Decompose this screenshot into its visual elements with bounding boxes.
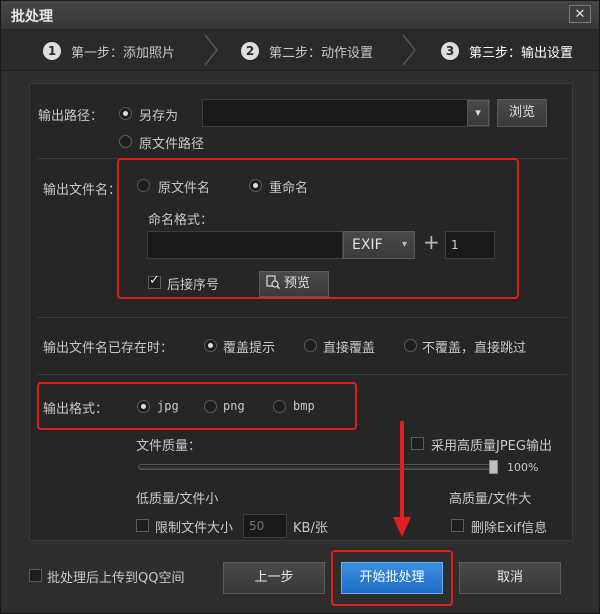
step-3[interactable]: 3 第三步：输出设置	[441, 40, 573, 62]
upload-qzone-label: 批处理后上传到QQ空间	[47, 571, 185, 586]
overwrite-direct-radio[interactable]	[304, 339, 317, 352]
overwrite-prompt-radio[interactable]	[204, 339, 217, 352]
overwrite-prompt-label: 覆盖提示	[223, 341, 276, 356]
original-path-label: 原文件路径	[139, 137, 205, 152]
overwrite-direct-label: 直接覆盖	[323, 341, 376, 356]
step-3-label: 第三步：输出设置	[469, 45, 574, 61]
quality-label: 文件质量：	[136, 439, 202, 454]
hq-jpeg-label: 采用高质量JPEG输出	[431, 439, 552, 454]
skip-radio[interactable]	[404, 339, 417, 352]
step-1-label: 第一步：添加照片	[71, 45, 176, 61]
step-separator-icon	[204, 34, 218, 66]
divider	[37, 317, 567, 318]
save-as-label: 另存为	[139, 109, 179, 124]
step-3-number: 3	[441, 42, 459, 60]
step-1[interactable]: 1 第一步：添加照片	[43, 40, 175, 62]
batch-dialog: 批处理 ✕ 1 第一步：添加照片 2 第二步：动作设置 3 第三步：输出设置 输…	[0, 0, 600, 614]
step-2-number: 2	[241, 42, 259, 60]
window-title: 批处理	[11, 9, 53, 25]
quality-slider-thumb[interactable]	[489, 460, 498, 474]
original-path-radio[interactable]	[119, 135, 132, 148]
highlight-box-format	[37, 382, 357, 430]
file-exists-label: 输出文件名已存在时：	[43, 341, 174, 356]
arrow-down-icon	[393, 421, 411, 537]
close-button[interactable]: ✕	[569, 5, 591, 23]
quality-value: 100%	[507, 461, 539, 474]
limit-size-checkbox[interactable]	[136, 519, 149, 532]
highlight-box-filename	[117, 158, 519, 299]
skip-label: 不覆盖，直接跳过	[422, 341, 527, 356]
low-quality-label: 低质量/文件小	[136, 492, 219, 507]
limit-size-label: 限制文件大小	[155, 521, 234, 536]
cancel-button[interactable]: 取消	[459, 562, 561, 594]
title-bar: 批处理 ✕	[1, 1, 599, 30]
quality-slider[interactable]	[138, 464, 498, 470]
output-path-input[interactable]	[202, 99, 490, 127]
limit-size-unit: KB/张	[293, 521, 328, 536]
step-2[interactable]: 2 第二步：动作设置	[241, 40, 373, 62]
highlight-box-start	[331, 550, 453, 606]
step-2-label: 第二步：动作设置	[269, 45, 374, 61]
step-1-number: 1	[43, 42, 61, 60]
step-bar: 1 第一步：添加照片 2 第二步：动作设置 3 第三步：输出设置	[1, 30, 599, 71]
delete-exif-checkbox[interactable]	[451, 519, 464, 532]
upload-qzone-checkbox[interactable]	[29, 569, 42, 582]
divider	[37, 374, 567, 375]
file-name-label: 输出文件名：	[43, 183, 122, 198]
browse-button[interactable]: 浏览	[497, 99, 547, 127]
output-path-label: 输出路径：	[38, 109, 104, 124]
save-as-radio[interactable]	[119, 107, 132, 120]
delete-exif-label: 删除Exif信息	[471, 521, 548, 536]
path-dropdown-icon[interactable]: ▾	[467, 100, 489, 126]
high-quality-label: 高质量/文件大	[449, 492, 532, 507]
step-separator-icon	[402, 34, 416, 66]
limit-size-input[interactable]: 50	[243, 514, 287, 538]
previous-step-button[interactable]: 上一步	[223, 562, 325, 594]
